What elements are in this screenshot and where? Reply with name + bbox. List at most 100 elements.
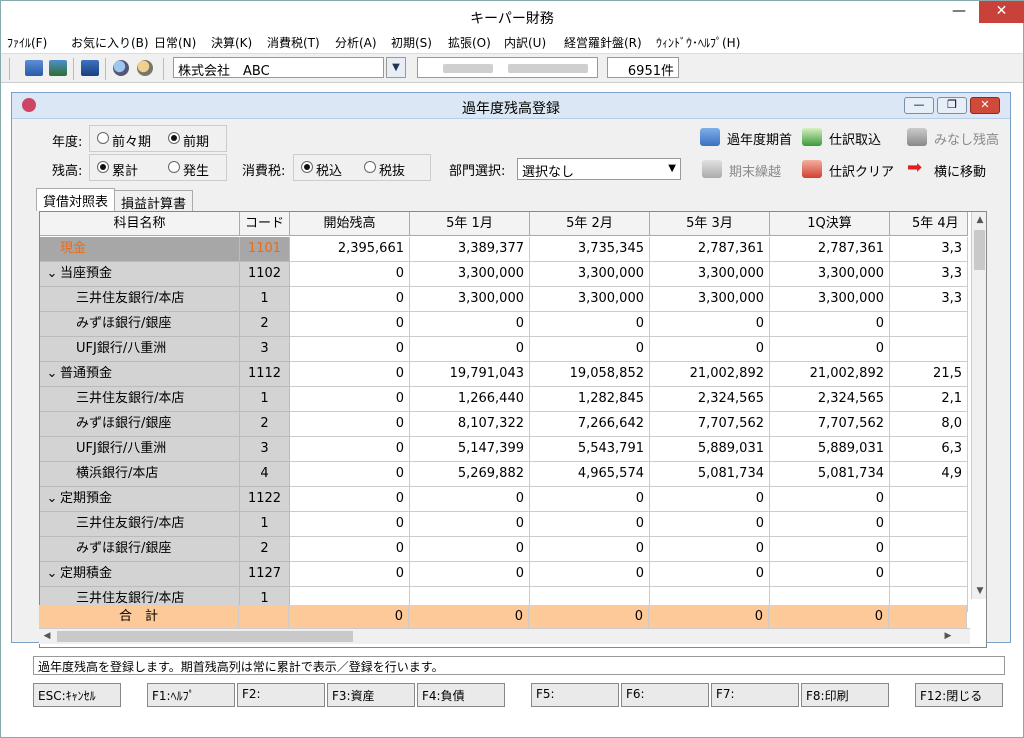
screen-icon[interactable]	[81, 60, 99, 76]
tax-radio-included[interactable]	[301, 161, 313, 173]
amount-cell[interactable]: 0	[770, 312, 890, 337]
scroll-left-icon[interactable]: ◀	[39, 629, 55, 645]
amount-cell[interactable]: 3,3	[890, 237, 968, 262]
header-code[interactable]: コード	[240, 212, 290, 236]
account-code-cell[interactable]: 1	[240, 387, 290, 412]
account-name-cell[interactable]: ⌄ 定期預金	[40, 487, 240, 512]
menu-breakdown[interactable]: 内訳(U)	[504, 34, 546, 51]
amount-cell[interactable]: 0	[410, 537, 530, 562]
account-code-cell[interactable]: 1112	[240, 362, 290, 387]
menu-initial[interactable]: 初期(S)	[391, 34, 432, 51]
esc-cancel-button[interactable]: ESC:ｷｬﾝｾﾙ	[33, 683, 121, 707]
amount-cell[interactable]: 5,889,031	[650, 437, 770, 462]
amount-cell[interactable]: 0	[290, 437, 410, 462]
amount-cell[interactable]: 0	[290, 412, 410, 437]
close-button[interactable]: ✕	[979, 1, 1024, 23]
table-row[interactable]: 三井住友銀行/本店 1 0 3,300,000 3,300,000 3,300,000 3,…	[40, 287, 968, 312]
child-close-button[interactable]: ✕	[970, 97, 1000, 114]
f6-button[interactable]: F6:	[621, 683, 709, 707]
table-row[interactable]: みずほ銀行/銀座 2 0 0 0 0 0	[40, 537, 968, 562]
amount-cell[interactable]: 3,3	[890, 287, 968, 312]
account-code-cell[interactable]: 2	[240, 537, 290, 562]
account-name-cell[interactable]: ⌄ 当座預金	[40, 262, 240, 287]
amount-cell[interactable]: 4,9	[890, 462, 968, 487]
amount-cell[interactable]: 8,107,322	[410, 412, 530, 437]
amount-cell[interactable]: 0	[650, 562, 770, 587]
amount-cell[interactable]: 0	[770, 537, 890, 562]
amount-cell[interactable]: 0	[290, 387, 410, 412]
amount-cell[interactable]	[890, 312, 968, 337]
amount-cell[interactable]: 3,300,000	[410, 262, 530, 287]
account-name-cell[interactable]: みずほ銀行/銀座	[40, 537, 240, 562]
horizontal-scrollbar[interactable]: ◀ ▶	[39, 628, 970, 644]
amount-cell[interactable]: 2,787,361	[650, 237, 770, 262]
amount-cell[interactable]: 5,269,882	[410, 462, 530, 487]
menu-compass[interactable]: 経営羅針盤(R)	[564, 34, 642, 51]
dept-select[interactable]: 選択なし ▼	[517, 158, 681, 180]
menu-tax[interactable]: 消費税(T)	[267, 34, 320, 51]
header-opening[interactable]: 開始残高	[290, 212, 410, 236]
amount-cell[interactable]: 0	[770, 337, 890, 362]
monitor-add-icon[interactable]	[49, 60, 67, 76]
amount-cell[interactable]: 0	[290, 262, 410, 287]
horizontal-scroll-thumb[interactable]	[57, 631, 353, 642]
amount-cell[interactable]: 0	[530, 337, 650, 362]
header-account-name[interactable]: 科目名称	[40, 212, 240, 236]
amount-cell[interactable]: 0	[290, 537, 410, 562]
amount-cell[interactable]: 2,1	[890, 387, 968, 412]
table-row[interactable]: UFJ銀行/八重洲 3 0 0 0 0 0	[40, 337, 968, 362]
amount-cell[interactable]: 0	[650, 312, 770, 337]
f12-close-button[interactable]: F12:閉じる	[915, 683, 1003, 707]
table-row[interactable]: UFJ銀行/八重洲 3 0 5,147,399 5,543,791 5,889,031 5,…	[40, 437, 968, 462]
amount-cell[interactable]: 0	[290, 337, 410, 362]
header-month-1[interactable]: 5年 1月	[410, 212, 530, 236]
year-radio-prev[interactable]	[168, 132, 180, 144]
amount-cell[interactable]: 0	[650, 537, 770, 562]
account-name-cell[interactable]: ⌄ 普通預金	[40, 362, 240, 387]
f3-assets-button[interactable]: F3:資産	[327, 683, 415, 707]
amount-cell[interactable]: 0	[410, 487, 530, 512]
amount-cell[interactable]: 19,791,043	[410, 362, 530, 387]
amount-cell[interactable]: 4,965,574	[530, 462, 650, 487]
amount-cell[interactable]: 0	[770, 512, 890, 537]
account-name-cell[interactable]: UFJ銀行/八重洲	[40, 337, 240, 362]
f2-button[interactable]: F2:	[237, 683, 325, 707]
amount-cell[interactable]: 2,395,661	[290, 237, 410, 262]
amount-cell[interactable]	[890, 537, 968, 562]
amount-cell[interactable]: 3,300,000	[770, 287, 890, 312]
menu-settlement[interactable]: 決算(K)	[211, 34, 252, 51]
amount-cell[interactable]: 5,081,734	[650, 462, 770, 487]
chevron-down-icon[interactable]: ⌄	[44, 487, 60, 511]
account-code-cell[interactable]: 2	[240, 312, 290, 337]
balance-radio-occurrence[interactable]	[168, 161, 180, 173]
menu-favorites[interactable]: お気に入り(B)	[71, 34, 149, 51]
scroll-thumb[interactable]	[974, 230, 985, 270]
menu-daily[interactable]: 日常(N)	[154, 34, 196, 51]
account-code-cell[interactable]: 1	[240, 287, 290, 312]
zoom-in-icon[interactable]	[113, 60, 129, 76]
account-code-cell[interactable]: 1	[240, 512, 290, 537]
menu-window-help[interactable]: ｳｨﾝﾄﾞｳ･ﾍﾙﾌﾟ(H)	[656, 34, 740, 51]
vertical-scrollbar[interactable]: ▲ ▼	[971, 212, 986, 599]
amount-cell[interactable]: 2,324,565	[650, 387, 770, 412]
header-month-3[interactable]: 5年 3月	[650, 212, 770, 236]
table-row[interactable]: ⌄ 定期預金 1122 0 0 0 0 0	[40, 487, 968, 512]
company-select[interactable]: 株式会社 ABC	[173, 57, 384, 79]
f1-help-button[interactable]: F1:ﾍﾙﾌﾟ	[147, 683, 235, 707]
amount-cell[interactable]: 7,707,562	[650, 412, 770, 437]
balance-radio-cumulative[interactable]	[97, 161, 109, 173]
amount-cell[interactable]: 0	[530, 512, 650, 537]
table-row[interactable]: みずほ銀行/銀座 2 0 0 0 0 0	[40, 312, 968, 337]
amount-cell[interactable]: 21,5	[890, 362, 968, 387]
child-restore-button[interactable]: ❐	[937, 97, 967, 114]
f7-button[interactable]: F7:	[711, 683, 799, 707]
chevron-down-icon[interactable]: ⌄	[44, 562, 60, 586]
zoom-out-icon[interactable]	[137, 60, 153, 76]
amount-cell[interactable]: 5,889,031	[770, 437, 890, 462]
amount-cell[interactable]: 0	[530, 537, 650, 562]
account-name-cell[interactable]: 三井住友銀行/本店	[40, 287, 240, 312]
amount-cell[interactable]: 3,735,345	[530, 237, 650, 262]
header-month-2[interactable]: 5年 2月	[530, 212, 650, 236]
amount-cell[interactable]: 0	[290, 562, 410, 587]
amount-cell[interactable]	[890, 562, 968, 587]
